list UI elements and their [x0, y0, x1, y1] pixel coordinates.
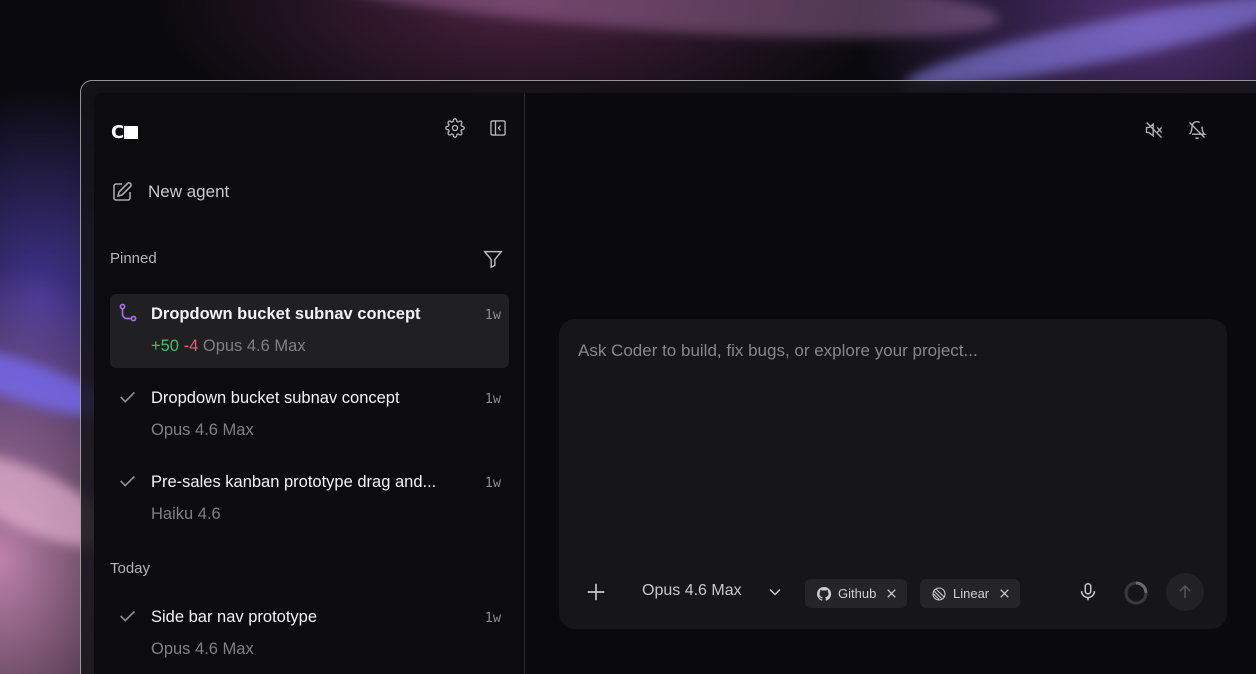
- edit-icon: [113, 182, 132, 201]
- item-meta: +50 -4 Opus 4.6 Max: [151, 337, 306, 356]
- header-actions: [1142, 118, 1209, 142]
- linear-chip[interactable]: Linear: [920, 579, 1021, 608]
- git-branch-icon: [119, 303, 137, 322]
- item-time: 1w: [484, 307, 501, 323]
- list-item[interactable]: Pre-sales kanban prototype drag and... H…: [110, 462, 509, 536]
- sidebar-collapse-icon[interactable]: [486, 116, 510, 140]
- list-item[interactable]: Side bar nav prototype Opus 4.6 Max 1w: [110, 597, 509, 671]
- list-item[interactable]: Dropdown bucket subnav concept Opus 4.6 …: [110, 378, 509, 452]
- plus-icon[interactable]: [585, 581, 607, 603]
- github-icon: [817, 586, 832, 601]
- bell-off-icon[interactable]: [1185, 118, 1209, 142]
- new-agent-button[interactable]: New agent: [110, 178, 229, 206]
- list-item[interactable]: Dropdown bucket subnav concept +50 -4 Op…: [110, 294, 509, 368]
- arrow-up-icon: [1179, 584, 1191, 598]
- item-title: Dropdown bucket subnav concept: [151, 305, 421, 323]
- microphone-icon[interactable]: [1077, 581, 1099, 603]
- github-chip[interactable]: Github: [805, 579, 908, 608]
- item-model: Opus 4.6 Max: [151, 640, 254, 658]
- app-window: C New agent Pinned Dropdown bucket subna…: [94, 93, 1256, 674]
- speaker-muted-icon[interactable]: [1142, 118, 1166, 142]
- item-title: Pre-sales kanban prototype drag and...: [151, 473, 437, 491]
- item-time: 1w: [484, 610, 501, 626]
- item-title: Side bar nav prototype: [151, 608, 318, 626]
- filter-icon[interactable]: [481, 247, 505, 271]
- send-button[interactable]: [1166, 573, 1204, 611]
- close-icon[interactable]: [998, 587, 1011, 600]
- close-icon[interactable]: [885, 587, 898, 600]
- item-model: Haiku 4.6: [151, 505, 221, 523]
- item-time: 1w: [484, 391, 501, 407]
- prompt-composer[interactable]: Ask Coder to build, fix bugs, or explore…: [559, 319, 1227, 629]
- prompt-placeholder[interactable]: Ask Coder to build, fix bugs, or explore…: [578, 341, 978, 361]
- pinned-section-label: Pinned: [110, 250, 157, 267]
- loading-spinner-icon: [1124, 581, 1148, 605]
- check-icon: [120, 475, 136, 487]
- model-selector[interactable]: Opus 4.6 Max: [642, 582, 742, 600]
- today-section-label: Today: [110, 560, 151, 577]
- chip-label: Linear: [953, 586, 990, 601]
- deletions-count: -4: [183, 337, 199, 355]
- gear-icon[interactable]: [443, 116, 467, 140]
- new-agent-label: New agent: [148, 182, 230, 201]
- linear-icon: [932, 586, 946, 601]
- additions-count: +50: [151, 337, 179, 355]
- composer-toolbar: Opus 4.6 Max Github Linear: [577, 573, 1209, 611]
- chevron-down-icon[interactable]: [765, 582, 785, 602]
- sidebar: C New agent Pinned Dropdown bucket subna…: [94, 93, 525, 674]
- check-icon: [120, 610, 136, 622]
- chip-label: Github: [838, 586, 877, 601]
- item-title: Dropdown bucket subnav concept: [151, 389, 400, 407]
- item-model: Opus 4.6 Max: [202, 337, 306, 355]
- item-time: 1w: [484, 475, 501, 491]
- item-model: Opus 4.6 Max: [151, 421, 254, 439]
- check-icon: [120, 391, 136, 403]
- app-logo: C: [111, 122, 139, 143]
